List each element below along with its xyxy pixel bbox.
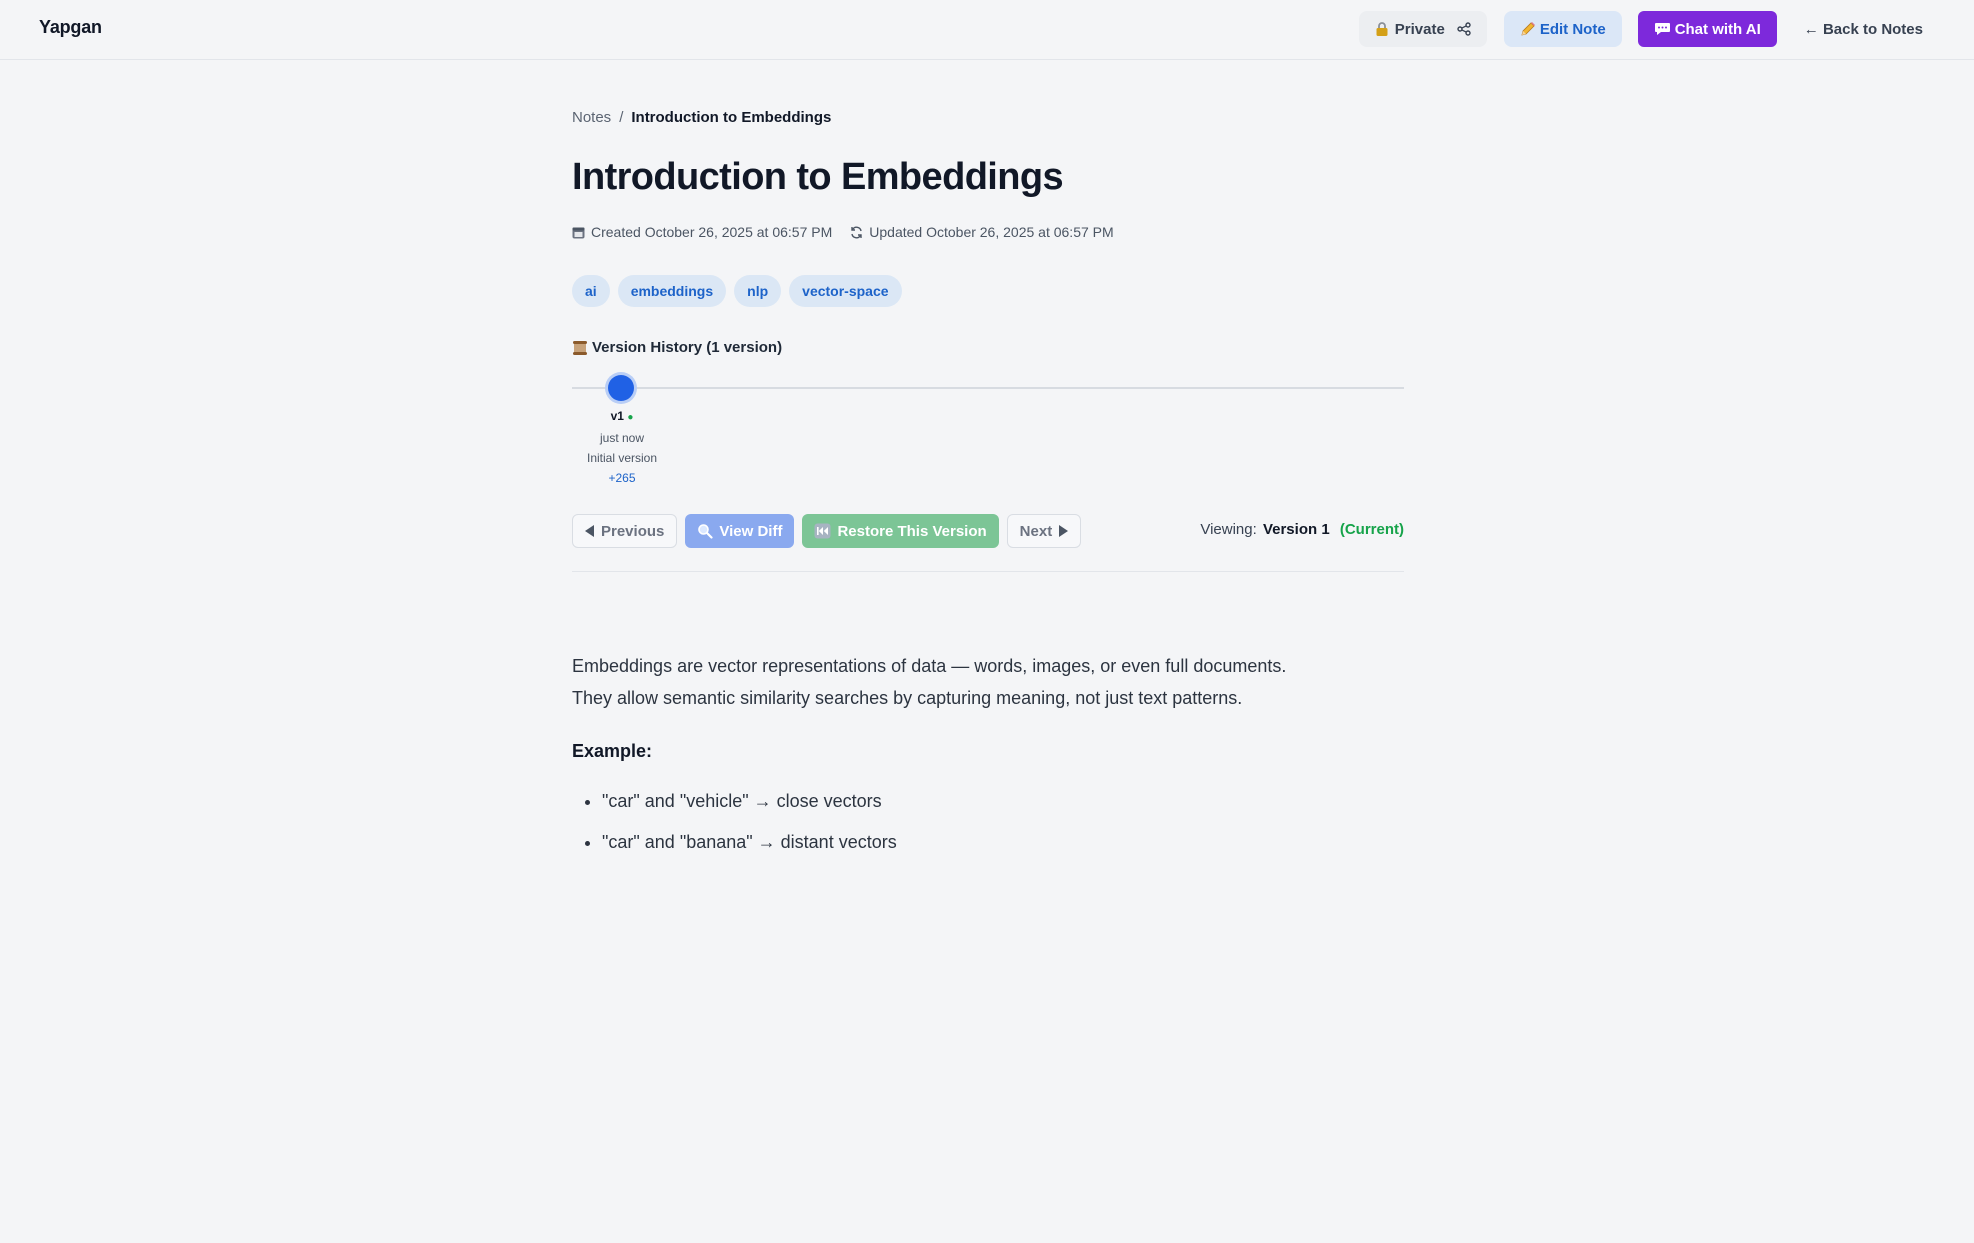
- tag-chip[interactable]: embeddings: [617, 275, 727, 307]
- restore-version-button[interactable]: Restore This Version: [802, 514, 999, 548]
- page-title: Introduction to Embeddings: [572, 156, 1064, 198]
- top-navbar: Yapgan Private Edit Note Chat with AI ← …: [0, 0, 1974, 60]
- magnifier-icon: [697, 523, 713, 539]
- chat-with-ai-button[interactable]: Chat with AI: [1637, 11, 1777, 47]
- view-diff-label: View Diff: [719, 522, 783, 540]
- back-to-notes-link[interactable]: ← Back to Notes: [1793, 11, 1934, 47]
- current-badge: (Current): [1339, 521, 1404, 538]
- created-date: Created October 26, 2025 at 06:57 PM: [572, 224, 832, 240]
- version-history-label: Version History (1 version): [592, 339, 783, 356]
- viewing-status: Viewing: Version 1 (Current): [1200, 521, 1404, 538]
- next-label: Next: [1019, 522, 1053, 540]
- list-item: "car" and "vehicle" → close vectors: [602, 786, 1332, 818]
- note-meta: Created October 26, 2025 at 06:57 PM Upd…: [572, 224, 1114, 240]
- version-node-v1[interactable]: [608, 375, 634, 401]
- breadcrumb-current: Introduction to Embeddings: [631, 109, 832, 126]
- lock-icon: [1375, 21, 1389, 37]
- next-version-button[interactable]: Next: [1006, 514, 1082, 548]
- example-list: "car" and "vehicle" → close vectors "car…: [572, 786, 1332, 859]
- scroll-icon: [572, 340, 588, 356]
- content-paragraph: They allow semantic similarity searches …: [572, 687, 1243, 708]
- speech-bubble-icon: [1654, 21, 1671, 37]
- version-controls: Previous View Diff Restore This Version: [572, 514, 1082, 548]
- share-icon[interactable]: [1457, 22, 1471, 36]
- updated-text: Updated October 26, 2025 at 06:57 PM: [869, 224, 1114, 240]
- tag-chip[interactable]: nlp: [734, 275, 782, 307]
- chat-with-ai-label: Chat with AI: [1674, 20, 1761, 38]
- version-label: v1: [610, 409, 624, 423]
- header-actions: Private Edit Note Chat with AI ← Back to…: [1358, 11, 1934, 47]
- content-paragraph: Embeddings are vector representations of…: [572, 656, 1287, 676]
- list-item: "car" and "banana" → distant vectors: [602, 827, 1332, 859]
- previous-label: Previous: [601, 522, 665, 540]
- privacy-button[interactable]: Private: [1358, 11, 1487, 47]
- tag-list: ai embeddings nlp vector-space: [572, 275, 902, 307]
- tag-chip[interactable]: ai: [572, 275, 610, 307]
- edit-note-button[interactable]: Edit Note: [1503, 11, 1622, 47]
- section-divider: [572, 571, 1404, 572]
- previous-version-button[interactable]: Previous: [572, 514, 678, 548]
- breadcrumb: Notes / Introduction to Embeddings: [572, 109, 831, 126]
- app-logo[interactable]: Yapgan: [39, 17, 102, 38]
- view-diff-button[interactable]: View Diff: [685, 514, 795, 548]
- refresh-icon: [850, 226, 863, 239]
- pencil-icon: [1520, 21, 1536, 37]
- viewing-prefix: Viewing:: [1200, 521, 1257, 538]
- version-message: Initial version: [586, 451, 658, 465]
- example-heading: Example:: [572, 741, 653, 761]
- note-content: Embeddings are vector representations of…: [572, 651, 1332, 869]
- triangle-left-icon: [585, 525, 595, 537]
- breadcrumb-separator: /: [619, 109, 624, 126]
- restore-label: Restore This Version: [837, 522, 987, 540]
- version-time: just now: [599, 431, 645, 445]
- breadcrumb-notes-link[interactable]: Notes: [572, 109, 611, 126]
- created-text: Created October 26, 2025 at 06:57 PM: [591, 224, 833, 240]
- tag-chip[interactable]: vector-space: [789, 275, 902, 307]
- current-indicator-dot: ●: [627, 412, 634, 423]
- calendar-icon: [572, 226, 585, 239]
- version-history-title: Version History (1 version): [572, 339, 782, 356]
- updated-date: Updated October 26, 2025 at 06:57 PM: [850, 224, 1114, 240]
- version-timeline: [572, 387, 1404, 389]
- triangle-right-icon: [1058, 525, 1069, 537]
- viewing-version: Version 1: [1262, 521, 1330, 538]
- privacy-label: Private: [1394, 20, 1445, 38]
- version-change-count: +265: [608, 471, 636, 485]
- edit-note-label: Edit Note: [1539, 20, 1606, 38]
- version-node-info: v1 ● just now Initial version +265: [572, 406, 672, 488]
- rewind-icon: [814, 523, 831, 539]
